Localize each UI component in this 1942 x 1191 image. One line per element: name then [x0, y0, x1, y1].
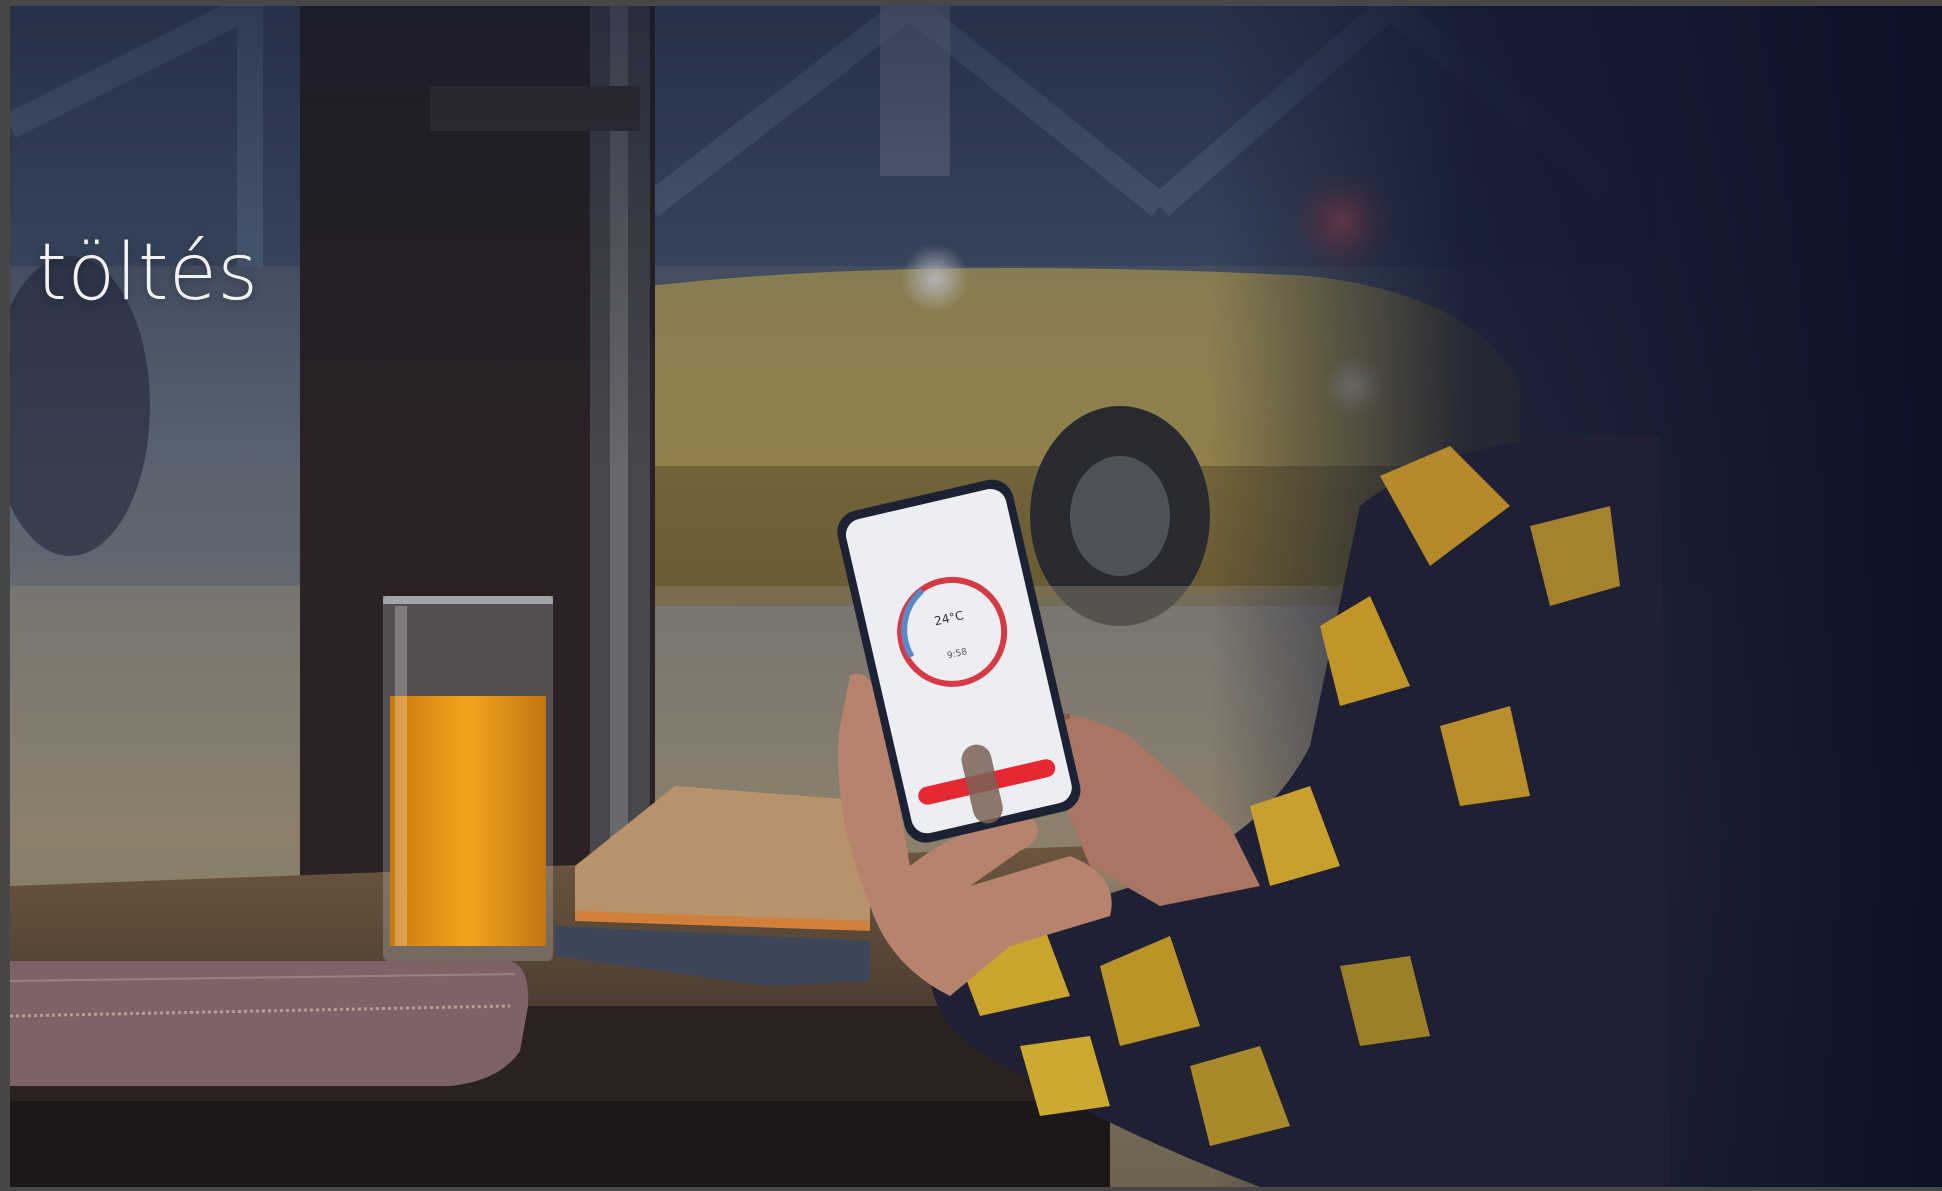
presentation-frame: 24°C 9:58 t töltés [0, 0, 1942, 1191]
hero-photo: 24°C 9:58 t töltés [10, 6, 1942, 1187]
hero-headline: t töltés [10, 228, 259, 318]
cafe-scene-illustration: 24°C 9:58 [10, 6, 1942, 1187]
